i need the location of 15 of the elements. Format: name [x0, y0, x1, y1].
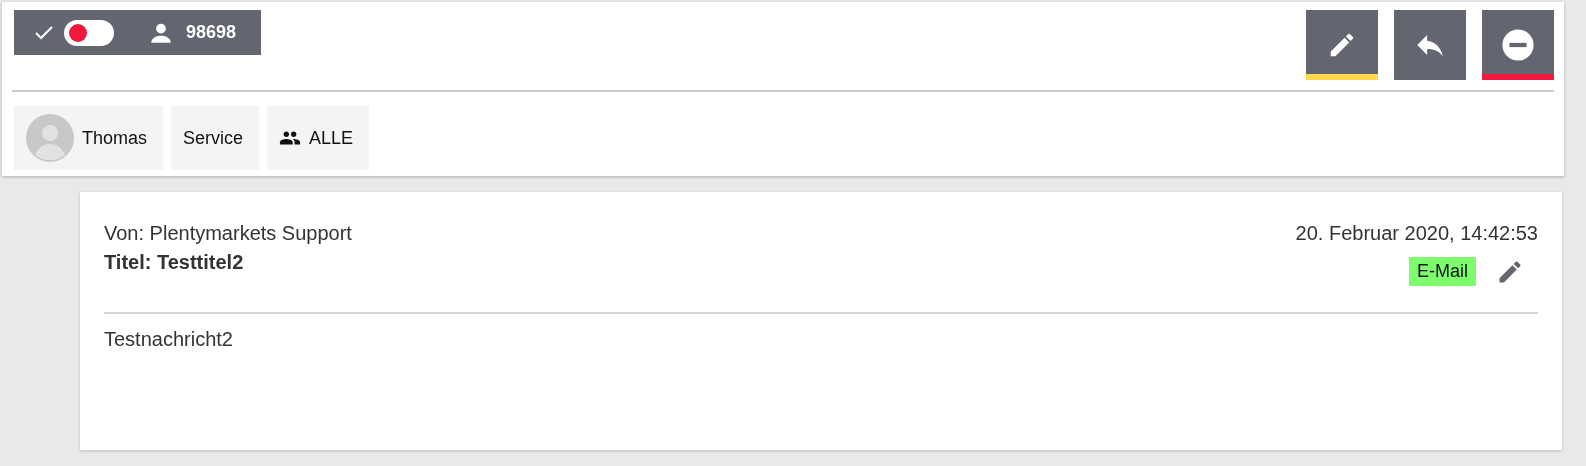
date-text: 20. Februar 2020, 14:42:53	[1295, 222, 1538, 245]
title-text: Titel: Testtitel2	[104, 251, 245, 274]
edit-button[interactable]	[1306, 10, 1378, 80]
remove-button[interactable]	[1482, 10, 1554, 80]
message-body: Testnachricht2	[104, 328, 233, 350]
reply-button[interactable]	[1394, 10, 1466, 80]
minus-circle-icon	[1501, 28, 1535, 62]
user-id: 98698	[186, 22, 237, 43]
toggle-switch[interactable]	[64, 19, 114, 46]
avatar-icon	[26, 114, 74, 162]
filter-chip[interactable]: Thomas	[14, 106, 164, 170]
filter-chip[interactable]: Service	[171, 106, 260, 170]
filter-chip[interactable]: ALLE	[267, 106, 370, 170]
channel-tag: E-Mail	[1409, 257, 1476, 286]
sender-text: Von: Plentymarkets Support	[104, 222, 352, 245]
